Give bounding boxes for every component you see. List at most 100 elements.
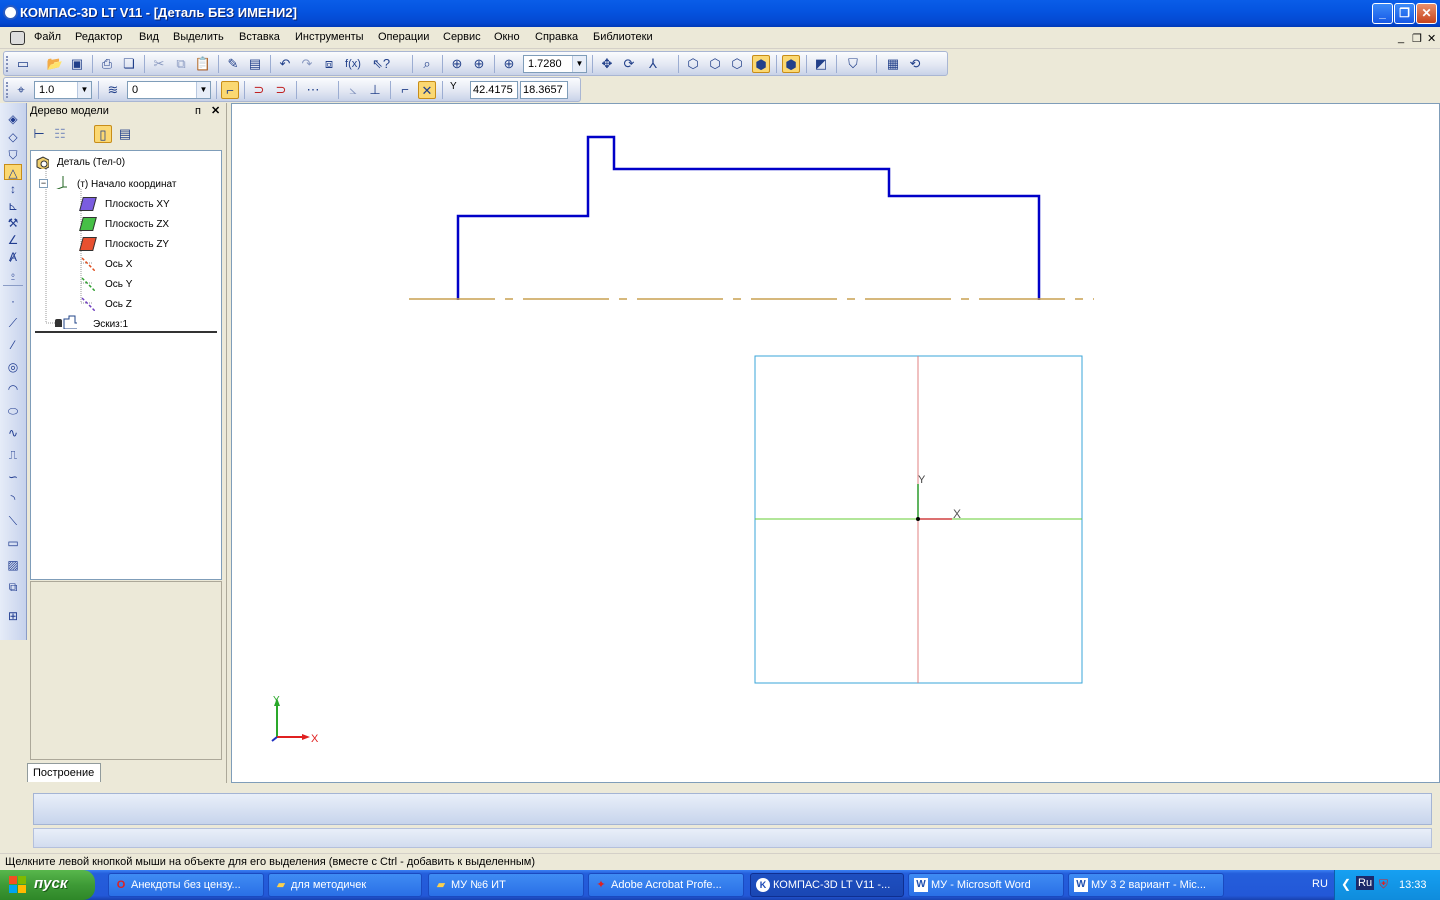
task-opera[interactable]: O Анекдоты без цензу... <box>108 873 264 897</box>
layer-combo[interactable]: 0 ▼ <box>127 81 211 99</box>
point-icon[interactable]: · <box>4 293 22 309</box>
menu-help[interactable]: Справка <box>535 31 578 43</box>
new-document-icon[interactable]: ▭ <box>14 55 32 73</box>
zoom-all-icon[interactable]: ⊕ <box>448 55 466 73</box>
task-folder-methods[interactable]: ▰ для методичек <box>268 873 422 897</box>
spline-icon[interactable]: ∿ <box>4 425 22 441</box>
aux-line-icon[interactable]: ⟋ <box>4 315 22 331</box>
editing-ops-icon[interactable]: ◈ <box>4 111 22 127</box>
shaded-icon[interactable]: ⬢ <box>752 55 770 73</box>
chamfer-icon[interactable]: ⟍ <box>4 513 22 529</box>
geometry-icon[interactable]: △ <box>4 164 22 180</box>
task-word-mu[interactable]: W МУ - Microsoft Word <box>908 873 1064 897</box>
bezier-icon[interactable]: ∽ <box>4 469 22 485</box>
document-icon[interactable] <box>10 31 25 45</box>
mdi-restore-button[interactable]: ❐ <box>1412 32 1422 45</box>
menu-window[interactable]: Окно <box>494 31 520 43</box>
zoom-combo[interactable]: 1.7280 ▼ <box>523 55 587 73</box>
save-icon[interactable]: ▣ <box>68 55 86 73</box>
rectangle-icon[interactable]: ▭ <box>4 535 22 551</box>
copy-icon[interactable]: ⧉ <box>172 55 190 73</box>
clock[interactable]: 13:33 <box>1399 879 1427 891</box>
cursor-step-icon[interactable]: ⌖ <box>12 81 30 99</box>
parametrization-icon[interactable]: ∠ <box>4 232 22 248</box>
hatch-icon[interactable]: ▨ <box>4 557 22 573</box>
segment-icon[interactable]: ⁄ <box>4 337 22 353</box>
pan-icon[interactable]: ✥ <box>598 55 616 73</box>
properties-icon[interactable]: ❏ <box>120 55 138 73</box>
refresh-icon[interactable]: ⟲ <box>906 55 924 73</box>
selection-filter-icon[interactable]: ⛉ <box>4 147 22 163</box>
format-brush-icon[interactable]: ✎ <box>224 55 242 73</box>
zoom-scale-icon[interactable]: ⊕ <box>500 55 518 73</box>
zoom-window-icon[interactable]: ⌕ <box>418 55 436 73</box>
snap-magnet-icon[interactable]: ⊃ <box>250 81 268 99</box>
model-viewport[interactable]: Y X Y X <box>231 103 1440 783</box>
hidden-thin-icon[interactable]: ⬡ <box>728 55 746 73</box>
undo-icon[interactable]: ↶ <box>276 55 294 73</box>
tree-view-icon[interactable]: ☷ <box>51 125 69 143</box>
variables-fx-icon[interactable]: f(x) <box>344 55 362 73</box>
keyboard-layout-icon[interactable]: Ru <box>1356 876 1375 890</box>
task-folder-mu6[interactable]: ▰ МУ №6 ИТ <box>428 873 584 897</box>
dimensions-icon[interactable]: ↕ <box>4 181 22 197</box>
collapse-toggle[interactable]: − <box>39 179 48 188</box>
menu-tools[interactable]: Инструменты <box>295 31 364 43</box>
orientation-icon[interactable]: ⅄ <box>644 55 662 73</box>
menu-edit[interactable]: Редактор <box>75 31 122 43</box>
menu-operations[interactable]: Операции <box>378 31 429 43</box>
coord-y-field[interactable]: 18.3657 <box>520 81 568 99</box>
polyline-icon[interactable]: ⎍ <box>4 447 22 463</box>
perspective-icon[interactable]: ◩ <box>812 55 830 73</box>
variables-table-icon[interactable]: ▤ <box>246 55 264 73</box>
measure-icon[interactable]: Ⱥ <box>4 249 22 265</box>
toolbar-grip[interactable] <box>6 82 9 98</box>
shaded-edges-icon[interactable]: ⬢ <box>782 55 800 73</box>
selection-icon[interactable]: ⍛ <box>4 266 22 282</box>
pin-icon[interactable]: ᴨ <box>195 105 201 117</box>
layer-icon[interactable]: ≋ <box>104 81 122 99</box>
rotate-icon[interactable]: ⟳ <box>620 55 638 73</box>
projection-icon[interactable]: ⧉ <box>4 579 22 595</box>
grid-icon[interactable]: ⋯ <box>304 81 322 99</box>
close-button[interactable]: ✕ <box>1416 3 1437 24</box>
language-indicator[interactable]: RU <box>1312 878 1328 890</box>
chevron-down-icon[interactable]: ▼ <box>196 82 210 98</box>
tab-construction[interactable]: Построение <box>27 763 101 782</box>
chevron-down-icon[interactable]: ▼ <box>77 82 91 98</box>
zoom-in-icon[interactable]: ⊕ <box>470 55 488 73</box>
sketch-mode-icon[interactable]: ⌐ <box>221 81 239 99</box>
cut-icon[interactable]: ✂ <box>150 55 168 73</box>
restore-button[interactable]: ❐ <box>1394 3 1415 24</box>
manager-icon[interactable]: ⧈ <box>320 55 338 73</box>
circle-icon[interactable]: ◎ <box>4 359 22 375</box>
rebuild-icon[interactable]: ▦ <box>884 55 902 73</box>
parametric-icon[interactable]: ⌐ <box>396 81 414 99</box>
kompas-app-icon[interactable] <box>3 5 18 20</box>
edit-icon[interactable]: ⚒ <box>4 215 22 231</box>
tree-list-icon[interactable]: ▤ <box>116 125 134 143</box>
aux-geometry-icon[interactable]: ◇ <box>4 129 22 145</box>
help-pointer-icon[interactable]: ⇖? <box>372 55 390 73</box>
menu-libraries[interactable]: Библиотеки <box>593 31 653 43</box>
snap-points-icon[interactable]: ✕ <box>418 81 436 99</box>
coord-x-field[interactable]: 42.4175 <box>470 81 518 99</box>
antivirus-icon[interactable]: ⛨ <box>1379 877 1388 892</box>
close-icon[interactable]: ✕ <box>211 104 220 117</box>
tree-mode-icon[interactable]: ▯ <box>94 125 112 143</box>
menu-file[interactable]: Файл <box>34 31 61 43</box>
open-icon[interactable]: 📂 <box>46 55 64 73</box>
ellipse-icon[interactable]: ⬭ <box>4 403 22 419</box>
tree-structure-icon[interactable]: ⊢ <box>30 125 48 143</box>
paste-icon[interactable]: 📋 <box>194 55 212 73</box>
wireframe-icon[interactable]: ⬡ <box>684 55 702 73</box>
fillet-icon[interactable]: ◝ <box>4 491 22 507</box>
local-cs-icon[interactable]: ⦣ <box>344 81 362 99</box>
menu-view[interactable]: Вид <box>139 31 159 43</box>
menu-insert[interactable]: Вставка <box>239 31 280 43</box>
task-acrobat[interactable]: ✦ Adobe Acrobat Profe... <box>588 873 744 897</box>
dimension-icon[interactable]: ⊞ <box>4 608 22 624</box>
chevron-down-icon[interactable]: ▼ <box>572 56 586 72</box>
local-snap-icon[interactable]: ⊃ <box>272 81 290 99</box>
mdi-minimize-button[interactable]: _ <box>1398 32 1404 44</box>
